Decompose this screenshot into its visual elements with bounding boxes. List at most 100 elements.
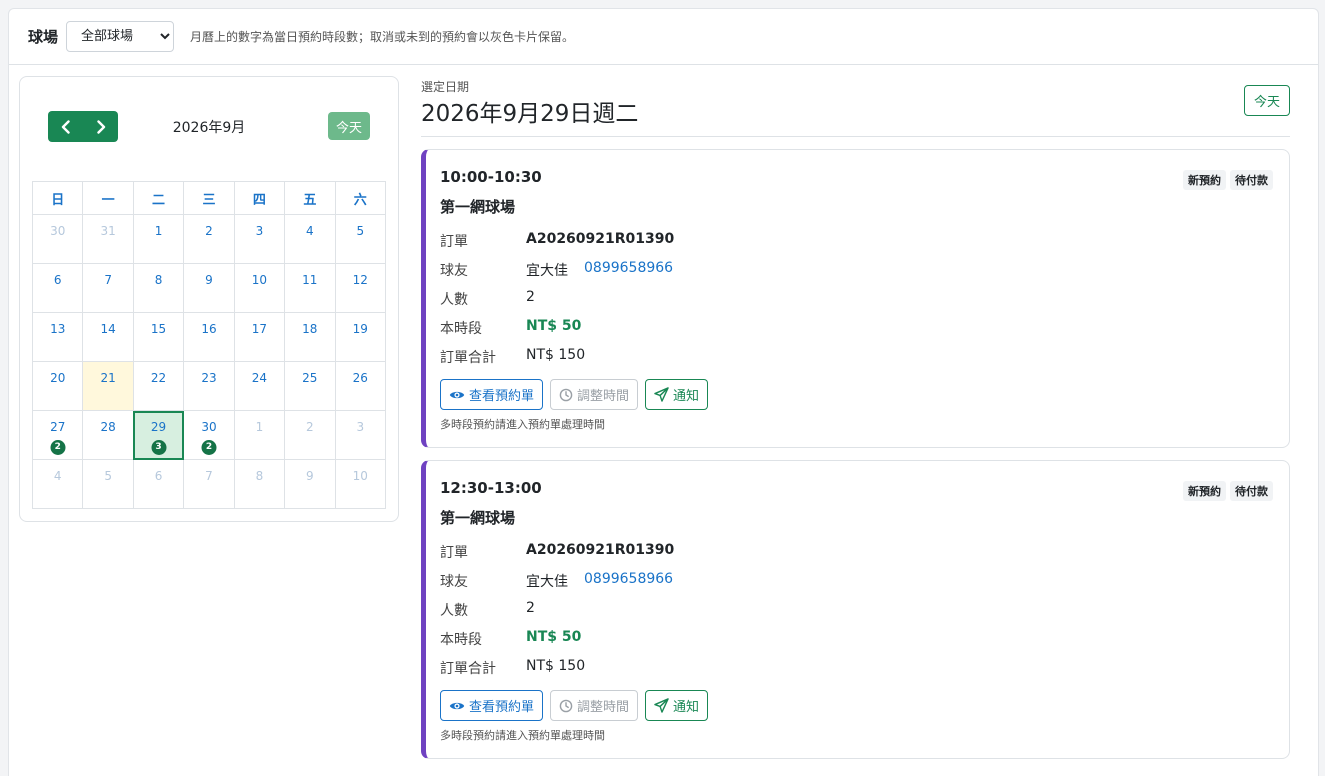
calendar-day[interactable]: 29 3	[132, 410, 185, 460]
calendar-week: 30 31 1 2 3 4 5	[31, 214, 387, 264]
calendar-week: 13 14 15 16 17 18 19	[31, 312, 387, 362]
calendar-today-button[interactable]: 今天	[328, 112, 370, 140]
calendar-day[interactable]: 28	[82, 410, 134, 460]
calendar-week: 4 5 6 7 8 9 10	[31, 459, 387, 509]
player-phone-link[interactable]: 0899658966	[584, 260, 673, 280]
day-number: 1	[154, 224, 163, 238]
booking-tags: 新預約 待付款	[1183, 481, 1273, 501]
notify-button[interactable]: 通知	[645, 379, 709, 410]
calendar-hint: 月曆上的數字為當日預約時段數；取消或未到的預約會以灰色卡片保留。	[190, 30, 575, 44]
people-count: 2	[526, 600, 535, 616]
detail-today-button[interactable]: 今天	[1244, 85, 1290, 116]
calendar-day[interactable]: 5	[82, 459, 134, 509]
reschedule-label: 調整時間	[577, 389, 630, 404]
day-number: 22	[150, 371, 167, 385]
calendar-day[interactable]: 7	[82, 263, 134, 313]
calendar-day[interactable]: 30 2	[183, 410, 235, 460]
calendar-day[interactable]: 6	[31, 263, 84, 313]
day-number: 24	[251, 371, 268, 385]
day-number: 8	[255, 469, 264, 483]
calendar-day[interactable]: 8	[132, 263, 185, 313]
day-number: 2	[205, 224, 213, 238]
send-icon	[654, 387, 669, 402]
calendar-day[interactable]: 26	[334, 361, 387, 411]
player-phone-link[interactable]: 0899658966	[584, 571, 673, 591]
order-total: NT$ 150	[526, 658, 586, 674]
day-number: 4	[53, 469, 62, 483]
calendar-day[interactable]: 13	[31, 312, 84, 362]
calendar-day[interactable]: 4	[284, 214, 336, 264]
day-number: 26	[352, 371, 368, 385]
weekday-header: 三	[183, 181, 235, 215]
clock-icon	[559, 388, 573, 401]
calendar-day[interactable]: 16	[183, 312, 235, 362]
calendar-day[interactable]: 14	[82, 312, 134, 362]
calendar-day[interactable]: 31	[82, 214, 134, 264]
calendar-day[interactable]: 2	[284, 410, 336, 460]
people-label: 人數	[440, 603, 468, 619]
calendar-day[interactable]: 4	[31, 459, 84, 509]
weekday-header: 二	[132, 181, 185, 215]
calendar-day[interactable]: 1	[233, 410, 286, 460]
calendar-day[interactable]: 6	[132, 459, 185, 509]
calendar-day[interactable]: 9	[183, 263, 235, 313]
calendar-day[interactable]: 12	[334, 263, 387, 313]
calendar-day[interactable]: 11	[284, 263, 336, 313]
status-badge: 待付款	[1230, 170, 1273, 190]
reschedule-button[interactable]: 調整時間	[550, 690, 639, 721]
day-number: 28	[100, 420, 116, 434]
calendar-day[interactable]: 21	[82, 361, 134, 411]
calendar-day[interactable]: 19	[334, 312, 387, 362]
order-row: 訂單 A20260921R01390	[440, 231, 674, 251]
player-label: 球友	[440, 574, 468, 590]
calendar-day[interactable]: 20	[31, 361, 84, 411]
calendar-day[interactable]: 10	[233, 263, 286, 313]
people-count: 2	[526, 289, 535, 305]
calendar-day[interactable]: 27 2	[31, 410, 84, 460]
booking-tags: 新預約 待付款	[1183, 170, 1273, 190]
court-filter-select[interactable]: 全部球場	[66, 21, 175, 52]
day-number: 6	[154, 469, 163, 483]
day-number: 10	[251, 273, 268, 287]
day-number: 16	[201, 322, 217, 336]
slot-price: NT$ 50	[526, 629, 582, 645]
day-number: 12	[352, 273, 368, 287]
calendar-day[interactable]: 3	[334, 410, 387, 460]
calendar-day[interactable]: 22	[132, 361, 185, 411]
weekday-header: 六	[334, 181, 387, 215]
player-row: 球友 宜大佳 0899658966	[440, 260, 673, 280]
calendar-day[interactable]: 9	[284, 459, 336, 509]
day-number: 13	[50, 322, 66, 336]
day-number: 10	[352, 469, 368, 483]
status-badge: 待付款	[1230, 481, 1273, 501]
calendar-day[interactable]: 10	[334, 459, 387, 509]
calendar-day[interactable]: 1	[132, 214, 185, 264]
view-booking-button[interactable]: 查看預約單	[440, 690, 544, 721]
day-number: 5	[104, 469, 112, 483]
day-number: 6	[53, 273, 62, 287]
calendar-day[interactable]: 24	[233, 361, 286, 411]
calendar-day[interactable]: 3	[233, 214, 286, 264]
calendar-day[interactable]: 25	[284, 361, 336, 411]
multi-slot-note: 多時段預約請進入預約單處理時間	[440, 729, 605, 742]
calendar-day[interactable]: 18	[284, 312, 336, 362]
calendar-day[interactable]: 5	[334, 214, 387, 264]
calendar-day[interactable]: 7	[183, 459, 235, 509]
notify-button[interactable]: 通知	[645, 690, 709, 721]
calendar-day[interactable]: 30	[31, 214, 84, 264]
view-booking-button[interactable]: 查看預約單	[440, 379, 544, 410]
booking-time: 10:00-10:30	[440, 168, 542, 186]
calendar-header: 2026年9月 今天	[48, 111, 370, 142]
slot-price: NT$ 50	[526, 318, 582, 334]
day-number: 15	[150, 322, 167, 336]
calendar-day[interactable]: 17	[233, 312, 286, 362]
calendar-day[interactable]: 8	[233, 459, 286, 509]
calendar-day[interactable]: 15	[132, 312, 185, 362]
calendar-day[interactable]: 23	[183, 361, 235, 411]
calendar-day[interactable]: 2	[183, 214, 235, 264]
day-number: 3	[356, 420, 365, 434]
day-number: 7	[104, 273, 112, 287]
day-number: 8	[154, 273, 163, 287]
order-total: NT$ 150	[526, 347, 586, 363]
reschedule-button[interactable]: 調整時間	[550, 379, 639, 410]
